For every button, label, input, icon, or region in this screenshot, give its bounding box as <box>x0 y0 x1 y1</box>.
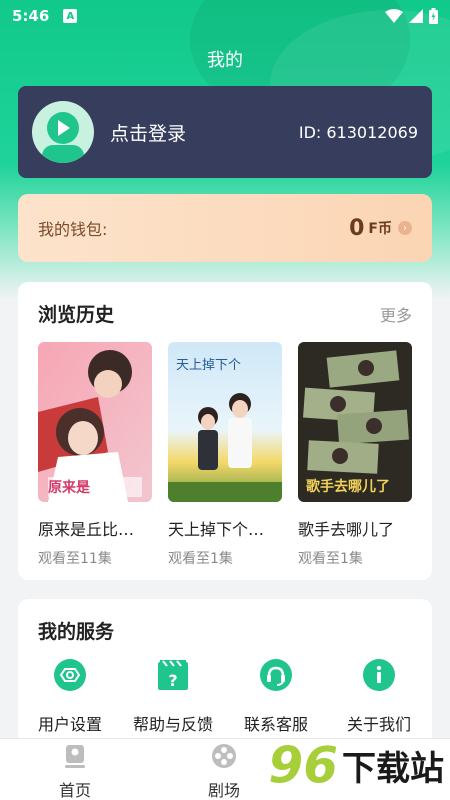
service-help-feedback[interactable]: ? 帮助与反馈 <box>123 659 223 735</box>
poster-image[interactable]: 原来是 <box>38 342 152 502</box>
poster-title-text: 原来是 <box>48 480 90 496</box>
wallet-label: 我的钱包: <box>38 220 108 239</box>
service-user-settings[interactable]: 用户设置 <box>20 659 120 735</box>
service-label: 用户设置 <box>37 715 102 734</box>
history-item-progress: 观看至1集 <box>168 551 233 567</box>
section-title: 我的服务 <box>38 621 115 643</box>
service-label: 帮助与反馈 <box>132 715 213 734</box>
info-icon <box>363 659 395 691</box>
wallet-card[interactable]: 我的钱包: 0 F币 › <box>18 194 432 262</box>
tab-theater[interactable]: 剧场 <box>184 743 264 800</box>
status-time: 5:46 <box>12 7 50 25</box>
status-bar: 5:46 A <box>0 0 450 32</box>
wallet-balance: 0 <box>349 215 365 241</box>
settings-icon <box>54 659 86 691</box>
more-link[interactable]: 更多 <box>380 302 412 326</box>
wallet-amount: 0 F币 › <box>349 216 412 241</box>
history-item-title[interactable]: 原来是丘比… <box>38 516 134 540</box>
watermark-text: 下载站 <box>342 748 444 789</box>
service-about-us[interactable]: 关于我们 <box>329 659 429 735</box>
service-label: 联系客服 <box>243 715 308 734</box>
wallet-unit: F币 <box>368 221 392 237</box>
my-services-card: 我的服务 用户设置 ? 帮助与反馈 联系客服 关于我们 <box>18 599 432 759</box>
service-customer-service[interactable]: 联系客服 <box>226 659 326 735</box>
poster-image[interactable]: 歌手去哪儿了 <box>298 342 412 502</box>
section-title: 浏览历史 <box>38 304 115 326</box>
watermark-number: 96 <box>268 736 338 794</box>
chevron-right-icon[interactable]: › <box>398 221 412 235</box>
status-icons <box>385 8 438 24</box>
tab-home[interactable]: 首页 <box>35 743 115 800</box>
history-item-progress: 观看至1集 <box>298 551 363 567</box>
poster-image[interactable]: 天上掉下个 <box>168 342 282 502</box>
help-icon: ? <box>158 660 188 690</box>
service-label: 关于我们 <box>346 715 411 734</box>
user-avatar-icon <box>42 112 84 163</box>
watermark-logo: 96 下载站 <box>268 740 444 790</box>
history-item-title[interactable]: 歌手去哪儿了 <box>298 516 394 540</box>
user-id: ID: 613012069 <box>298 122 418 142</box>
avatar[interactable] <box>32 101 94 163</box>
history-item-title[interactable]: 天上掉下个… <box>168 516 264 540</box>
history-item-progress: 观看至11集 <box>38 551 112 567</box>
tab-label: 首页 <box>58 781 91 800</box>
signal-icon <box>409 9 423 23</box>
login-card[interactable]: 点击登录 ID: 613012069 <box>18 86 432 178</box>
battery-icon <box>429 8 438 24</box>
tab-label: 剧场 <box>207 781 240 800</box>
poster-title-text: 歌手去哪儿了 <box>306 479 390 495</box>
wifi-icon <box>385 9 403 23</box>
home-icon <box>65 745 85 768</box>
customer-service-icon <box>260 659 292 691</box>
notification-a-icon: A <box>63 9 78 23</box>
page-title: 我的 <box>207 50 243 71</box>
svg-text:?: ? <box>168 671 177 690</box>
theater-icon <box>212 744 236 768</box>
browse-history-card: 浏览历史 更多 原来是 原来是丘比… 观看至11集 天上掉下个 天上掉下个… 观… <box>18 282 432 580</box>
login-prompt[interactable]: 点击登录 <box>110 119 186 146</box>
poster-title-text: 天上掉下个 <box>176 358 242 373</box>
